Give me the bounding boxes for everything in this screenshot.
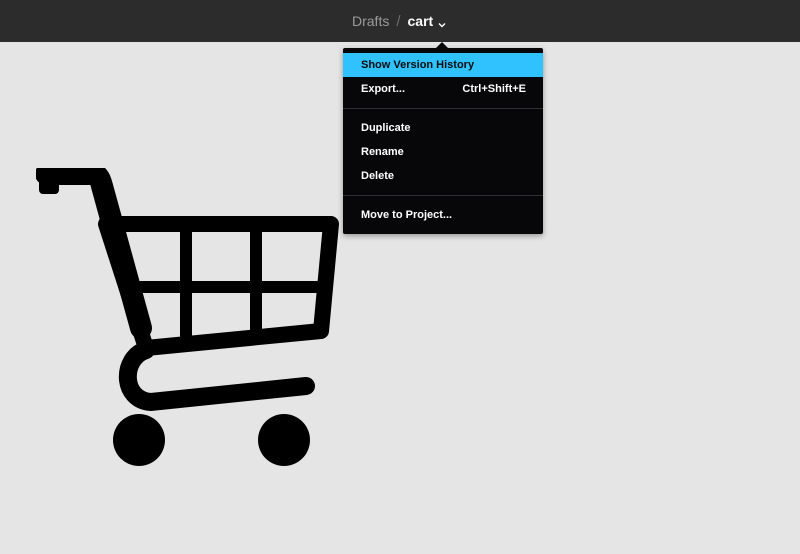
menu-item-label: Duplicate [361, 122, 411, 134]
file-name-label: cart [407, 13, 434, 29]
menu-item-label: Delete [361, 170, 395, 182]
menu-item-label: Show Version History [361, 59, 475, 71]
menu-item-label: Rename [361, 146, 404, 158]
menu-item-shortcut: Ctrl+Shift+E [462, 83, 526, 95]
menu-item-label: Move to Project... [361, 209, 453, 221]
file-name-dropdown[interactable]: cart [408, 12, 447, 31]
top-bar: Drafts / cart [0, 0, 800, 42]
menu-divider [343, 108, 543, 109]
menu-item-show-version-history[interactable]: Show Version History [343, 53, 543, 77]
menu-item-export[interactable]: Export... Ctrl+Shift+E [343, 77, 543, 101]
menu-item-duplicate[interactable]: Duplicate [343, 116, 543, 140]
menu-item-rename[interactable]: Rename [343, 140, 543, 164]
menu-divider [343, 195, 543, 196]
breadcrumb-drafts-link[interactable]: Drafts [352, 13, 389, 29]
breadcrumb-separator: / [396, 12, 401, 30]
menu-item-delete[interactable]: Delete [343, 164, 543, 188]
file-context-menu: Show Version History Export... Ctrl+Shif… [343, 42, 543, 234]
menu-caret [436, 42, 448, 48]
shopping-cart-icon[interactable] [35, 163, 346, 472]
chevron-down-icon [438, 15, 446, 31]
menu-item-label: Export... [361, 83, 406, 95]
breadcrumb: Drafts / cart [352, 11, 446, 31]
menu-item-move-to-project[interactable]: Move to Project... [343, 203, 543, 227]
